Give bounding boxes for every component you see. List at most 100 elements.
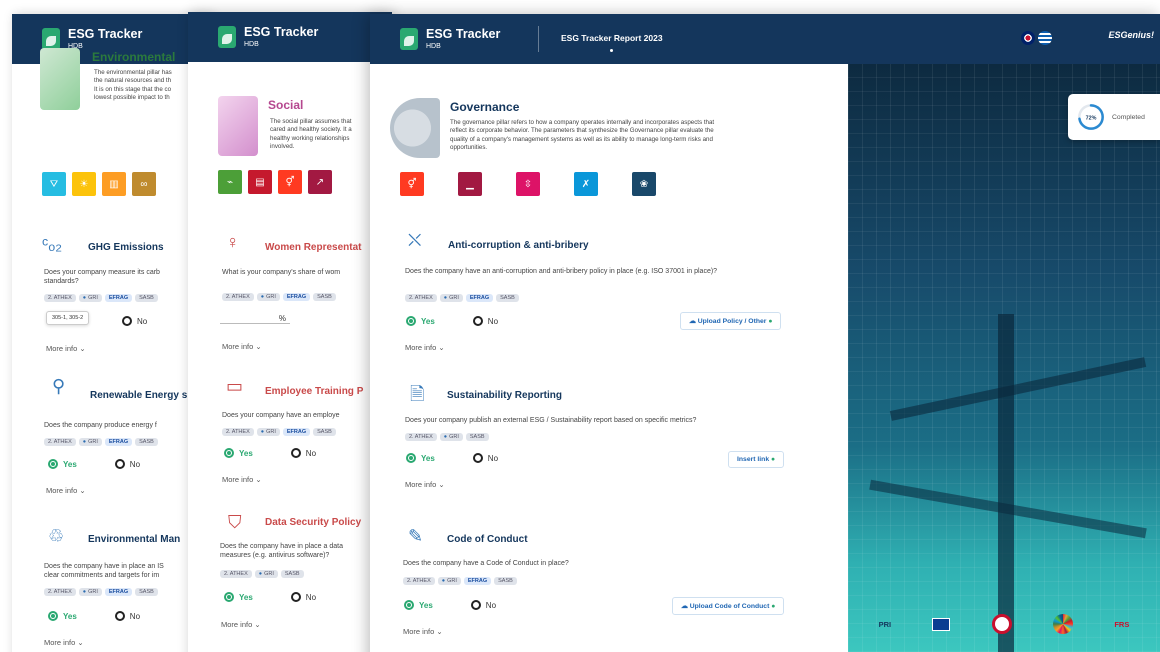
tag-gri: GRI bbox=[439, 294, 463, 302]
uk-flag-icon[interactable] bbox=[1021, 31, 1035, 45]
answer-yes[interactable]: Yes bbox=[48, 611, 77, 621]
brand[interactable]: ESG Tracker HDB bbox=[218, 26, 318, 48]
language-switcher bbox=[1021, 31, 1052, 45]
brand-sub: HDB bbox=[426, 42, 441, 50]
more-info-toggle[interactable]: More info ⌄ bbox=[46, 486, 86, 495]
tag-sasb: SASB bbox=[465, 433, 489, 441]
pillar-description: The governance pillar refers to how a co… bbox=[450, 119, 715, 152]
answer-radios: Yes No bbox=[224, 592, 316, 602]
tag-athex: 2. ATHEX bbox=[405, 433, 437, 441]
framework-tags: 2. ATHEX GRI EFRAG SASB bbox=[44, 588, 158, 596]
women-share-input[interactable]: % bbox=[220, 314, 290, 324]
framework-tags: 2. ATHEX GRI SASB bbox=[220, 570, 304, 578]
answer-radios: Yes No bbox=[224, 448, 316, 458]
answer-no[interactable]: No bbox=[290, 448, 316, 458]
tag-gri: GRI bbox=[78, 438, 102, 446]
tag-gri: GRI bbox=[78, 294, 102, 302]
upload-policy-button[interactable]: ☁ Upload Policy / Other ● bbox=[680, 312, 782, 330]
tag-sasb: SASB bbox=[135, 588, 158, 596]
brand[interactable]: ESG Tracker HDB bbox=[400, 28, 500, 50]
more-info-toggle[interactable]: More info ⌄ bbox=[405, 480, 445, 489]
sdg-3-icon: ⌁ bbox=[218, 170, 242, 194]
section-title: Employee Training P bbox=[265, 386, 364, 397]
social-letter-icon bbox=[218, 96, 258, 156]
answer-yes[interactable]: Yes bbox=[404, 600, 433, 610]
insert-link-button[interactable]: Insert link ● bbox=[728, 451, 785, 468]
governance-letter-icon bbox=[390, 98, 440, 158]
sdg-16-icon: ❀ bbox=[632, 172, 656, 196]
section-title: Code of Conduct bbox=[447, 534, 528, 545]
eu-flag-icon bbox=[932, 617, 951, 631]
answer-radios: Yes No bbox=[406, 316, 498, 326]
tag-sasb: SASB bbox=[494, 577, 517, 585]
tag-gri: GRI bbox=[439, 433, 463, 441]
section-question: Does the company have in place an IS cle… bbox=[44, 563, 164, 580]
tag-gri: GRI bbox=[256, 293, 280, 301]
tag-efrag: EFRAG bbox=[465, 294, 494, 302]
tag-athex: 2. ATHEX bbox=[44, 438, 76, 446]
answer-yes[interactable]: Yes bbox=[224, 448, 253, 458]
answer-no[interactable]: No bbox=[472, 316, 498, 326]
tag-athex: 2. ATHEX bbox=[44, 294, 76, 302]
tag-efrag: EFRAG bbox=[282, 428, 311, 436]
answer-yes[interactable]: Yes bbox=[406, 316, 435, 326]
answer-yes[interactable]: Yes bbox=[48, 459, 77, 469]
tag-athex: 2. ATHEX bbox=[220, 570, 252, 578]
sdg-8-icon: ↗ bbox=[308, 170, 332, 194]
more-info-toggle[interactable]: More info ⌄ bbox=[44, 638, 84, 647]
tag-sasb: SASB bbox=[496, 294, 519, 302]
framework-tags: 2. ATHEX GRI EFRAG SASB bbox=[405, 294, 519, 302]
answer-no[interactable]: No bbox=[290, 592, 316, 602]
answer-no[interactable]: No bbox=[470, 600, 496, 610]
brand-sub: HDB bbox=[244, 40, 259, 48]
tag-sasb: SASB bbox=[135, 294, 158, 302]
anti-bribery-icon: ⛌ bbox=[408, 230, 422, 250]
answer-yes[interactable]: Yes bbox=[406, 453, 435, 463]
gri-tooltip: 305-1, 305-2 bbox=[46, 311, 90, 325]
environmental-letter-icon bbox=[40, 48, 80, 110]
frs-logo: FRS bbox=[1114, 619, 1130, 629]
more-info-toggle[interactable]: More info ⌄ bbox=[221, 620, 261, 629]
sdg-icons: ⛛ ☀ ▥ ∞ bbox=[42, 172, 156, 196]
seal-logo-icon bbox=[991, 614, 1012, 634]
tag-efrag: EFRAG bbox=[463, 577, 492, 585]
more-info-toggle[interactable]: More info ⌄ bbox=[222, 475, 262, 484]
more-info-toggle[interactable]: More info ⌄ bbox=[46, 344, 86, 353]
framework-tags: 2. ATHEX GRI SASB bbox=[405, 433, 489, 441]
women-icon: ♀ bbox=[226, 232, 240, 252]
more-info-toggle[interactable]: More info ⌄ bbox=[403, 627, 443, 636]
tag-efrag: EFRAG bbox=[104, 588, 133, 596]
more-info-toggle[interactable]: More info ⌄ bbox=[222, 342, 262, 351]
tag-athex: 2. ATHEX bbox=[44, 588, 76, 596]
tag-gri: GRI bbox=[437, 577, 461, 585]
section-question: Does the company produce energy f bbox=[44, 422, 157, 429]
hero-image-panel: 72% Completed PRI FRS bbox=[848, 64, 1160, 652]
answer-radios: No bbox=[122, 316, 147, 326]
section-title: Data Security Policy bbox=[265, 517, 362, 528]
tag-athex: 2. ATHEX bbox=[222, 428, 254, 436]
framework-tags: 2. ATHEX GRI EFRAG SASB bbox=[44, 438, 158, 446]
answer-no[interactable]: No bbox=[472, 453, 498, 463]
sdg-10-icon: ⇳ bbox=[516, 172, 540, 196]
answer-no[interactable]: No bbox=[122, 316, 147, 326]
answer-no[interactable]: No bbox=[114, 611, 140, 621]
tag-efrag: EFRAG bbox=[282, 293, 311, 301]
answer-yes[interactable]: Yes bbox=[224, 592, 253, 602]
more-info-toggle[interactable]: More info ⌄ bbox=[405, 343, 445, 352]
framework-tags: 2. ATHEX GRI EFRAG SASB bbox=[222, 293, 336, 301]
top-bar: ESG Tracker HDB ESG Tracker Report 2023 E… bbox=[370, 14, 1160, 64]
sdg-6-icon: ⛛ bbox=[42, 172, 66, 196]
brand[interactable]: ESG Tracker HDB bbox=[42, 28, 142, 50]
completion-widget: 72% Completed bbox=[1068, 94, 1160, 140]
brand-name: ESG Tracker bbox=[68, 27, 143, 42]
section-title: Renewable Energy s bbox=[90, 390, 188, 401]
upload-code-of-conduct-button[interactable]: ☁ Upload Code of Conduct ● bbox=[672, 597, 785, 615]
answer-no[interactable]: No bbox=[114, 459, 140, 469]
sdg-7-icon: ☀ bbox=[72, 172, 96, 196]
sdg-5-icon: ⚥ bbox=[278, 170, 302, 194]
section-question: What is your company's share of wom bbox=[222, 269, 341, 276]
framework-tags: 2. ATHEX GRI EFRAG SASB bbox=[44, 294, 158, 302]
section-question: Does your company publish an external ES… bbox=[405, 417, 697, 424]
greek-flag-icon[interactable] bbox=[1038, 31, 1052, 45]
report-title: ESG Tracker Report 2023 bbox=[561, 33, 663, 43]
